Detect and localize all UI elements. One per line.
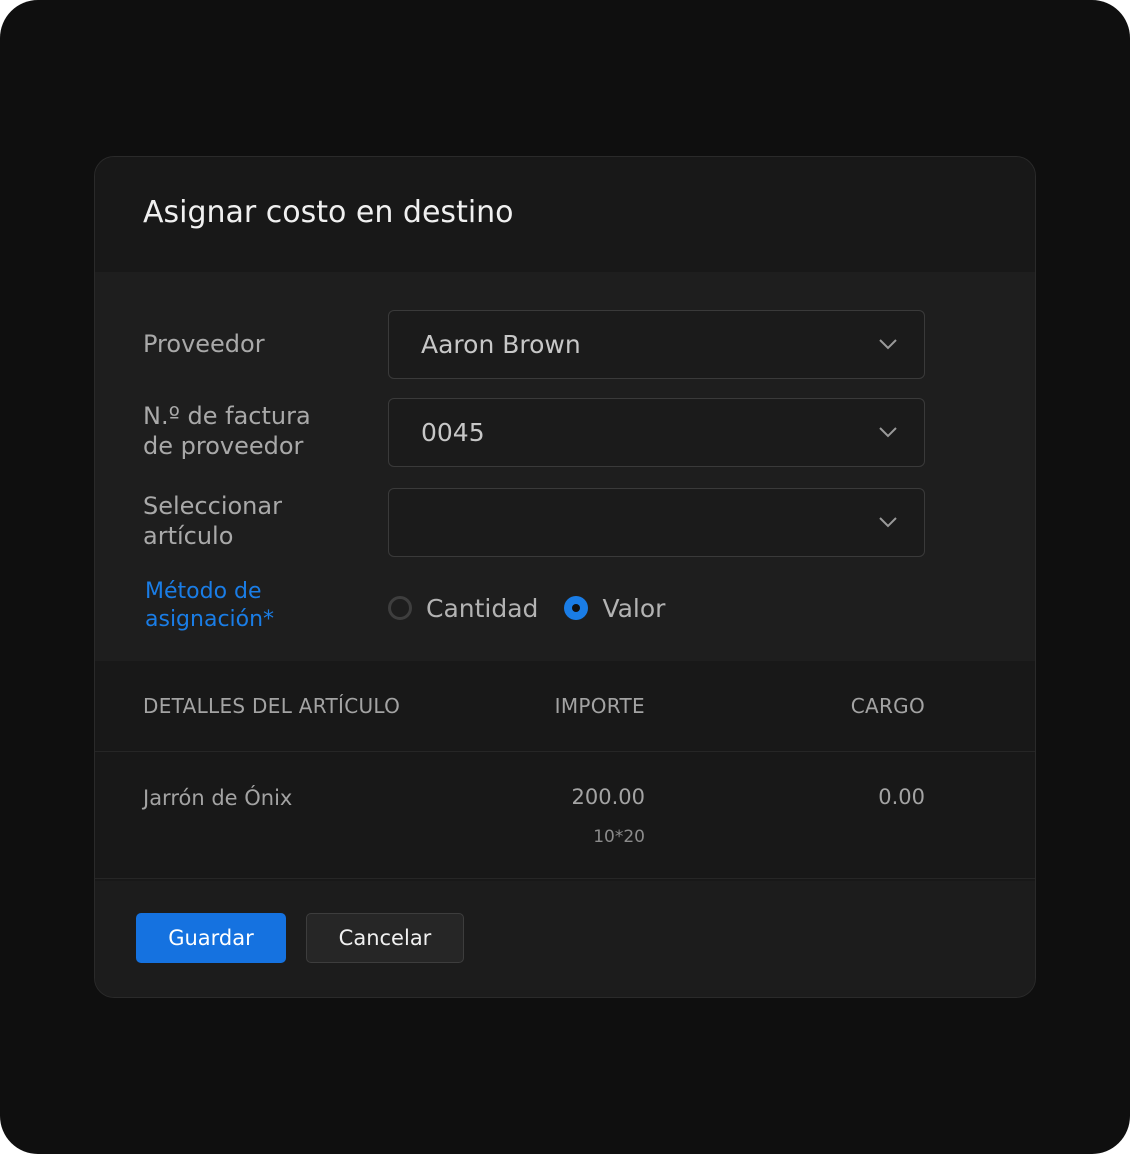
table-header-divider (95, 751, 1035, 752)
cancel-button[interactable]: Cancelar (306, 913, 464, 963)
row-item-name: Jarrón de Ónix (143, 786, 293, 810)
chevron-down-icon (879, 427, 897, 438)
allocation-method-radio-group: Cantidad Valor (388, 593, 691, 623)
chevron-down-icon (879, 339, 897, 350)
radio-unchecked-icon (388, 596, 412, 620)
vendor-select[interactable]: Aaron Brown (388, 310, 925, 379)
radio-quantity-label: Cantidad (426, 593, 539, 623)
landed-cost-dialog: Asignar costo en destino Proveedor Aaron… (94, 156, 1036, 998)
allocation-method-label: Método de asignación* (145, 579, 275, 632)
item-select[interactable] (388, 488, 925, 557)
form-area: Proveedor Aaron Brown N.º de factura de … (95, 272, 1035, 661)
invoice-number-select-value: 0045 (421, 418, 485, 447)
save-button[interactable]: Guardar (136, 913, 286, 963)
radio-value-label: Valor (602, 593, 666, 623)
app-frame: Asignar costo en destino Proveedor Aaron… (0, 0, 1130, 1154)
radio-checked-icon (564, 596, 589, 620)
radio-quantity[interactable]: Cantidad (388, 594, 538, 623)
row-amount: 200.00 (571, 785, 645, 809)
column-header-item-details: DETALLES DEL ARTÍCULO (143, 694, 401, 718)
item-details-table: DETALLES DEL ARTÍCULO IMPORTE CARGO Jarr… (95, 661, 1035, 881)
row-amount-detail: 10*20 (593, 827, 645, 847)
radio-value[interactable]: Valor (564, 594, 665, 623)
select-item-label: Seleccionar artículo (143, 492, 282, 550)
column-header-amount: IMPORTE (554, 694, 645, 718)
dialog-title: Asignar costo en destino (143, 195, 514, 230)
vendor-select-value: Aaron Brown (421, 330, 581, 359)
invoice-number-label: N.º de factura de proveedor (143, 402, 311, 460)
vendor-label: Proveedor (143, 330, 265, 358)
column-header-charge: CARGO (850, 694, 925, 718)
chevron-down-icon (879, 517, 897, 528)
dialog-header: Asignar costo en destino (95, 157, 1035, 272)
row-charge[interactable]: 0.00 (878, 785, 925, 809)
dialog-footer: Guardar Cancelar (95, 881, 1035, 997)
table-bottom-divider (95, 878, 1035, 879)
invoice-number-select[interactable]: 0045 (388, 398, 925, 467)
